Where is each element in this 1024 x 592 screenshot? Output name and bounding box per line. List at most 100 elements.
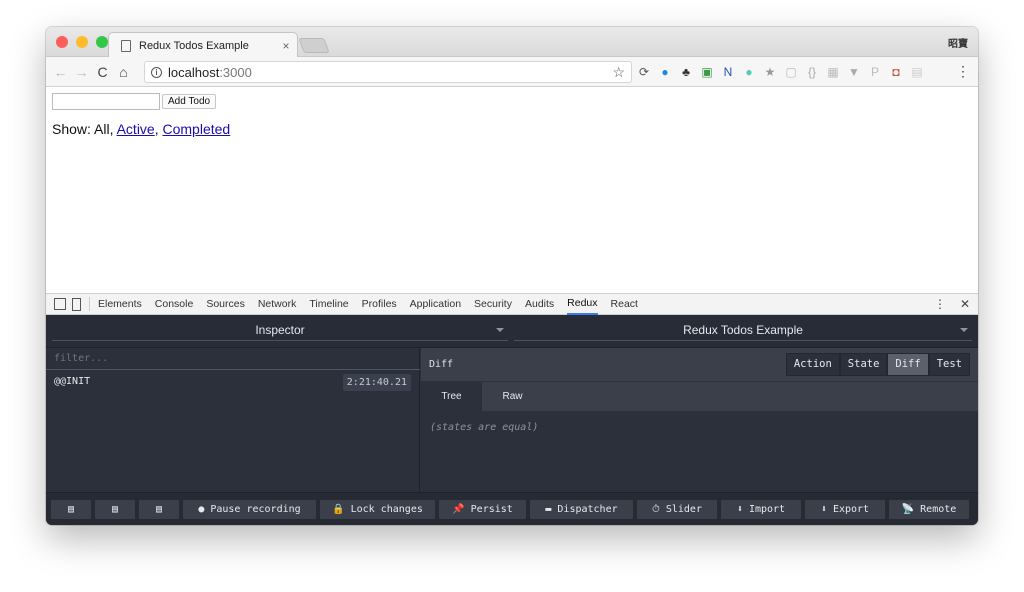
- browser-menu-icon[interactable]: ⋮: [956, 64, 970, 78]
- devtools-tab-timeline[interactable]: Timeline: [309, 293, 348, 315]
- action-timestamp: 2:21:40.21: [342, 374, 411, 391]
- address-bar[interactable]: i localhost :3000 ☆: [144, 61, 632, 83]
- devtools-tab-elements[interactable]: Elements: [98, 293, 142, 315]
- filter-separator: ,: [154, 121, 163, 137]
- slider-button[interactable]: ⏱ Slider: [637, 499, 717, 519]
- devtools-close-icon[interactable]: ✕: [960, 297, 970, 311]
- tab-test[interactable]: Test: [928, 353, 970, 376]
- sync-icon[interactable]: ⟳: [636, 64, 652, 80]
- devtools-tab-application[interactable]: Application: [410, 293, 461, 315]
- bookmark-star-icon[interactable]: ☆: [612, 64, 625, 81]
- tab-state[interactable]: State: [839, 353, 888, 376]
- devtools-tabs: Elements Console Sources Network Timeline Pro…: [98, 293, 651, 315]
- tab-title: Redux Todos Example: [139, 39, 249, 52]
- notion-icon[interactable]: N: [720, 64, 736, 80]
- new-tab-button[interactable]: [298, 38, 330, 53]
- browser-toolbar: ← → C ⌂ i localhost :3000 ☆ ⟳ ● ♣ ▣ N ● ★ ▢ {} ▦ ▼…: [46, 57, 978, 87]
- p-ext-icon[interactable]: P: [867, 64, 883, 80]
- browser-window: Redux Todos Example × 昭寶 ← → C ⌂ i local…: [46, 27, 978, 525]
- devtools-tab-network[interactable]: Network: [258, 293, 297, 315]
- grid-ext-icon[interactable]: ▦: [825, 64, 841, 80]
- reload-button[interactable]: C: [92, 64, 113, 80]
- info-icon[interactable]: i: [151, 66, 162, 78]
- home-button[interactable]: ⌂: [113, 64, 134, 80]
- minimize-window-button[interactable]: [76, 36, 88, 48]
- subtab-raw[interactable]: Raw: [482, 382, 543, 411]
- action-name: @@INIT: [54, 376, 91, 387]
- layout-bottom-button[interactable]: ▤: [95, 499, 135, 519]
- evernote-icon[interactable]: ♣: [678, 64, 694, 80]
- chevron-down-icon: [496, 328, 504, 332]
- view-tabs: Action State Diff Test: [785, 353, 970, 376]
- persist-button[interactable]: 📌 Persist: [439, 499, 526, 519]
- maximize-window-button[interactable]: [96, 36, 108, 48]
- remote-button[interactable]: 📡 Remote: [889, 499, 969, 519]
- window-controls: [56, 36, 108, 48]
- colorful-ext-icon[interactable]: ●: [741, 64, 757, 80]
- action-preview-panel: Diff Action State Diff Test Tree Raw (states…: [421, 348, 978, 492]
- subtab-tree[interactable]: Tree: [421, 382, 482, 411]
- devtools-more-icon[interactable]: ⋮: [934, 297, 946, 311]
- layout-left-button[interactable]: ▤: [51, 499, 91, 519]
- title-bar: Redux Todos Example × 昭寶: [46, 27, 978, 58]
- action-filter-input[interactable]: filter...: [46, 348, 420, 370]
- devtools-tab-bar: Elements Console Sources Network Timeline Pro…: [46, 293, 978, 315]
- monitor-bar: Inspector Redux Todos Example: [46, 315, 978, 348]
- chevron-down-icon: [960, 328, 968, 332]
- filter-active-link[interactable]: Active: [117, 121, 155, 137]
- tab-diff[interactable]: Diff: [887, 353, 929, 376]
- action-list-item[interactable]: @@INIT 2:21:40.21: [46, 371, 420, 395]
- forward-button[interactable]: →: [71, 64, 92, 80]
- instagram-icon[interactable]: ◘: [888, 64, 904, 80]
- instance-select[interactable]: Redux Todos Example: [514, 321, 972, 341]
- json-icon[interactable]: {}: [804, 64, 820, 80]
- dispatcher-button[interactable]: ▬ Dispatcher: [530, 499, 633, 519]
- layout-right-button[interactable]: ▤: [139, 499, 179, 519]
- monitor-select[interactable]: Inspector: [52, 321, 508, 341]
- tab-action[interactable]: Action: [785, 353, 840, 376]
- devtools-tab-sources[interactable]: Sources: [206, 293, 245, 315]
- gray-ext-icon[interactable]: ▢: [783, 64, 799, 80]
- shield-icon[interactable]: ▼: [846, 64, 862, 80]
- back-button[interactable]: ←: [50, 64, 71, 80]
- bookmark-ext-icon[interactable]: ★: [762, 64, 778, 80]
- blue-circle-ext-icon[interactable]: ●: [657, 64, 673, 80]
- export-button[interactable]: ⬇ Export: [805, 499, 885, 519]
- page-icon: [121, 39, 131, 52]
- devtools-tab-audits[interactable]: Audits: [525, 293, 554, 315]
- filter-completed-link[interactable]: Completed: [163, 121, 231, 137]
- devtools-tab-security[interactable]: Security: [474, 293, 512, 315]
- close-window-button[interactable]: [56, 36, 68, 48]
- preview-title: Diff: [429, 359, 454, 370]
- devtools-tab-redux[interactable]: Redux: [567, 293, 598, 315]
- add-todo-button[interactable]: Add Todo: [162, 94, 217, 109]
- action-list-panel: filter... @@INIT 2:21:40.21: [46, 348, 420, 492]
- device-toolbar-icon[interactable]: [72, 297, 81, 311]
- extension-icons: ⟳ ● ♣ ▣ N ● ★ ▢ {} ▦ ▼ P ◘ ▤: [636, 64, 925, 80]
- show-label: Show: All,: [52, 121, 117, 137]
- diff-message: (states are equal): [430, 422, 539, 433]
- page-content: Add Todo Show: All, Active, Completed: [46, 87, 978, 293]
- devtools-tab-react[interactable]: React: [611, 293, 638, 315]
- devtools-separator: [89, 297, 90, 311]
- browser-tab[interactable]: Redux Todos Example ×: [108, 32, 298, 58]
- green-ext-icon[interactable]: ▣: [699, 64, 715, 80]
- diff-sub-tabs: Tree Raw: [421, 381, 978, 411]
- devtools-tab-console[interactable]: Console: [155, 293, 194, 315]
- lock-changes-button[interactable]: 🔒 Lock changes: [320, 499, 435, 519]
- input-method-indicator[interactable]: 昭寶: [948, 35, 968, 50]
- filter-links: Show: All, Active, Completed: [52, 121, 230, 137]
- pause-recording-button[interactable]: ● Pause recording: [183, 499, 316, 519]
- devtools-bottom-bar: ▤ ▤ ▤ ● Pause recording 🔒 Lock changes 📌 Pers…: [46, 492, 978, 525]
- import-button[interactable]: ⬇ Import: [721, 499, 801, 519]
- preview-header: Diff Action State Diff Test: [421, 348, 978, 381]
- tab-close-icon[interactable]: ×: [275, 39, 297, 53]
- inspect-element-icon[interactable]: [54, 298, 66, 310]
- light-ext-icon[interactable]: ▤: [909, 64, 925, 80]
- devtools-tab-profiles[interactable]: Profiles: [362, 293, 397, 315]
- url-host: localhost: [168, 64, 220, 80]
- monitor-select-value: Inspector: [255, 323, 305, 337]
- todo-input[interactable]: [52, 93, 160, 110]
- redux-devtools-panel: Inspector Redux Todos Example filter... …: [46, 315, 978, 525]
- url-port: :3000: [219, 64, 252, 80]
